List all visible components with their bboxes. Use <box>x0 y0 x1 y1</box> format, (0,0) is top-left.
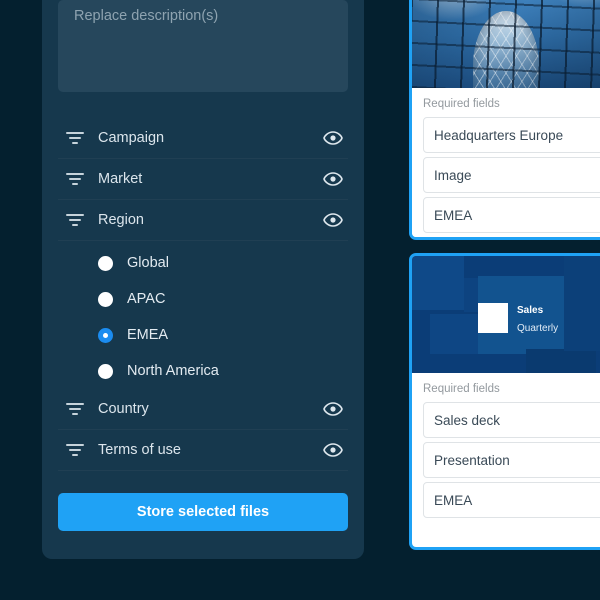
eye-icon[interactable] <box>322 127 344 149</box>
radio-option-global[interactable]: Global <box>58 245 348 281</box>
asset-card-sales-deck[interactable]: Sales Quarterly K Required fields Sales … <box>409 253 600 550</box>
slide-logo-lockup: Sales Quarterly <box>478 300 558 336</box>
filter-row-region[interactable]: Region <box>58 200 348 241</box>
slide-title-line1: Sales <box>517 305 544 316</box>
filter-list: Campaign Market Region Global APAC EMEA … <box>58 118 348 471</box>
description-textarea[interactable]: Replace description(s) <box>58 0 348 92</box>
card-thumbnail-slide: Sales Quarterly K <box>412 256 600 373</box>
store-selected-files-button[interactable]: Store selected files <box>58 493 348 531</box>
radio-label: North America <box>127 363 219 379</box>
required-fields-label: Required fields <box>423 98 500 110</box>
slide-title-line2: Quarterly <box>517 322 559 334</box>
filter-icon <box>65 440 85 460</box>
filter-label: Region <box>98 212 144 228</box>
radio-indicator[interactable] <box>98 255 113 271</box>
filter-label: Country <box>98 401 149 417</box>
card-field-type[interactable]: Presentation <box>423 442 600 478</box>
radio-indicator[interactable] <box>98 291 113 307</box>
filter-row-terms-of-use[interactable]: Terms of use <box>58 430 348 471</box>
card-thumbnail-photo: J <box>412 0 600 88</box>
eye-icon[interactable] <box>322 168 344 190</box>
metadata-edit-panel: Replace description(s) Campaign Market R… <box>42 0 364 559</box>
slide-title-block: Sales Quarterly <box>517 300 558 336</box>
radio-label: APAC <box>127 291 166 307</box>
card-body: Required fields Sales deck Presentation … <box>412 373 600 529</box>
card-field-region[interactable]: EMEA <box>423 482 600 518</box>
app-root: Replace description(s) Campaign Market R… <box>0 0 600 600</box>
filter-label: Campaign <box>98 130 165 146</box>
filter-icon <box>65 169 85 189</box>
filter-icon <box>65 399 85 419</box>
card-field-title[interactable]: Sales deck <box>423 402 600 438</box>
deco-block <box>430 314 478 354</box>
radio-option-emea[interactable]: EMEA <box>58 317 348 353</box>
required-fields-label: Required fields <box>423 383 500 395</box>
radio-label: Global <box>127 255 169 271</box>
deco-block <box>564 256 600 351</box>
eye-icon[interactable] <box>322 439 344 461</box>
region-radio-group: Global APAC EMEA North America <box>58 241 348 389</box>
asset-card-headquarters-europe[interactable]: J Required fields Headquarters Europe Im… <box>409 0 600 240</box>
filter-row-market[interactable]: Market <box>58 159 348 200</box>
deco-block <box>412 256 464 310</box>
radio-option-apac[interactable]: APAC <box>58 281 348 317</box>
radio-indicator[interactable] <box>98 363 113 379</box>
eye-icon[interactable] <box>322 209 344 231</box>
card-field-title[interactable]: Headquarters Europe <box>423 117 600 153</box>
deco-block <box>464 278 478 312</box>
glass-shade-overlay <box>412 0 600 88</box>
filter-label: Terms of use <box>98 442 181 458</box>
card-body: Required fields Headquarters Europe Imag… <box>412 88 600 237</box>
eye-icon[interactable] <box>322 398 344 420</box>
filter-label: Market <box>98 171 143 187</box>
radio-label: EMEA <box>127 327 169 343</box>
card-field-region[interactable]: EMEA <box>423 197 600 233</box>
brand-logo-icon <box>478 302 508 333</box>
radio-option-north-america[interactable]: North America <box>58 353 348 389</box>
filter-row-campaign[interactable]: Campaign <box>58 118 348 159</box>
filter-row-country[interactable]: Country <box>58 389 348 430</box>
filter-icon <box>65 210 85 230</box>
radio-indicator-selected[interactable] <box>98 327 113 343</box>
deco-block <box>526 349 596 373</box>
card-field-type[interactable]: Image <box>423 157 600 193</box>
filter-icon <box>65 128 85 148</box>
description-placeholder: Replace description(s) <box>74 8 219 24</box>
